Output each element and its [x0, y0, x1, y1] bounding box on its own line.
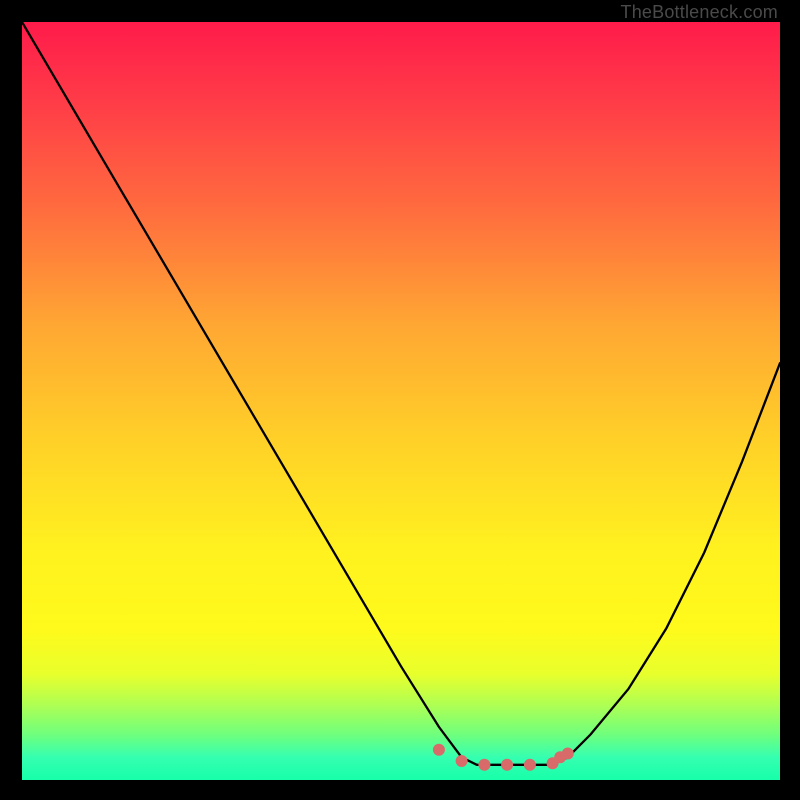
valley-dot — [456, 755, 468, 767]
valley-dot — [562, 748, 574, 760]
chart-svg — [22, 22, 780, 780]
valley-dot — [433, 744, 445, 756]
valley-dot — [501, 759, 513, 771]
bottleneck-curve — [22, 22, 780, 765]
valley-dot — [478, 759, 490, 771]
chart-background — [22, 22, 780, 780]
valley-dot — [524, 759, 536, 771]
attribution-label: TheBottleneck.com — [621, 2, 778, 23]
